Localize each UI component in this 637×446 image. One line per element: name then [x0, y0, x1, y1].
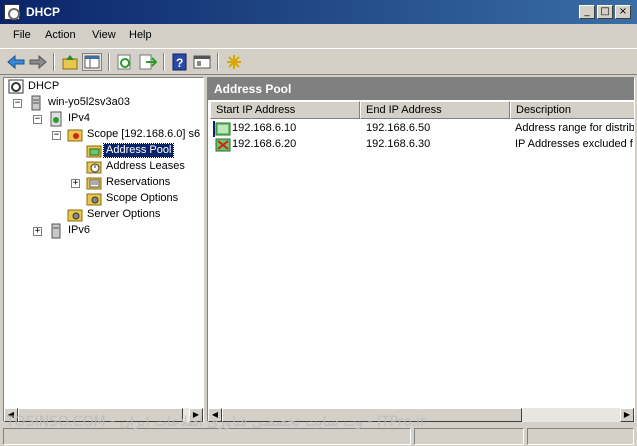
dhcp-root-icon: [8, 79, 24, 94]
ipv6-icon: [51, 223, 61, 239]
up-folder-icon[interactable]: [60, 53, 80, 71]
column-header-end-ip[interactable]: End IP Address: [360, 101, 510, 119]
menu-file[interactable]: File: [13, 29, 31, 41]
watermark-text: TOSINSO.COM - وب سایت تخصصی فناوری اطلاع…: [6, 414, 426, 430]
ip-range-icon: [215, 122, 231, 136]
table-row[interactable]: 192.168.6.20 192.168.6.30 IP Addresses e…: [208, 137, 634, 153]
cell-end-ip: 192.168.6.30: [366, 138, 431, 150]
tree-label-scope: Scope [192.168.6.0] s6: [87, 128, 201, 140]
table-row[interactable]: 192.168.6.10 192.168.6.50 Address range …: [208, 121, 635, 137]
menu-action[interactable]: Action: [45, 29, 76, 41]
title-bar: DHCP _ □ ×: [0, 0, 637, 24]
cell-start-ip: 192.168.6.10: [232, 122, 297, 134]
status-panel: [414, 428, 524, 445]
tree-label-address-pool: Address Pool: [102, 143, 175, 158]
column-header-description[interactable]: Description: [510, 101, 634, 119]
toolbar-separator: [108, 53, 110, 71]
cell-end-ip: 192.168.6.50: [366, 122, 431, 134]
tree-label-server: win-yo5l2sv3a03: [48, 96, 130, 108]
menu-bar: File Action View Help: [0, 27, 637, 45]
new-icon[interactable]: [224, 53, 244, 71]
tree-label-address-leases: Address Leases: [106, 160, 185, 172]
tree-label-ipv6: IPv6: [68, 224, 91, 236]
focus-marker: [213, 121, 215, 137]
reservations-icon: [86, 177, 102, 190]
help-icon[interactable]: ?: [170, 53, 190, 71]
collapse-icon[interactable]: −: [52, 131, 61, 140]
minimize-button[interactable]: _: [579, 5, 595, 19]
status-panel: [527, 428, 634, 445]
cell-description: IP Addresses excluded f: [515, 138, 633, 150]
status-panel: [3, 428, 411, 445]
toolbar: ?: [0, 48, 637, 75]
tree-label-dhcp: DHCP: [28, 80, 60, 92]
close-button[interactable]: ×: [615, 5, 631, 19]
tree-label-reservations: Reservations: [106, 176, 171, 188]
collapse-icon[interactable]: −: [13, 99, 22, 108]
address-pool-icon: [86, 145, 102, 158]
tree-label-scope-options: Scope Options: [106, 192, 179, 204]
show-hide-tree-icon[interactable]: [82, 53, 102, 71]
properties-icon[interactable]: [192, 53, 212, 71]
toolbar-separator: [163, 53, 165, 71]
server-options-icon: [67, 209, 83, 222]
details-header: Address Pool: [208, 78, 634, 100]
toolbar-separator: [217, 53, 219, 71]
cell-start-ip: 192.168.6.20: [232, 138, 297, 150]
tree-label-server-options: Server Options: [87, 208, 161, 220]
scroll-right-icon[interactable]: ▶: [620, 408, 634, 422]
ipv4-icon: [50, 111, 62, 127]
cell-description: Address range for distrib: [515, 122, 635, 134]
forward-icon[interactable]: [28, 53, 48, 71]
scope-options-icon: [86, 193, 102, 206]
menu-view[interactable]: View: [92, 29, 116, 41]
dhcp-app-icon: [4, 4, 20, 20]
refresh-icon[interactable]: [115, 53, 135, 71]
maximize-button[interactable]: □: [597, 5, 613, 19]
tree-label-ipv4: IPv4: [68, 112, 91, 124]
column-header-start-ip[interactable]: Start IP Address: [210, 101, 360, 119]
address-leases-icon: [86, 161, 102, 174]
export-icon[interactable]: [137, 53, 158, 71]
server-icon: [31, 95, 41, 111]
svg-text:?: ?: [176, 56, 183, 70]
window-title: DHCP: [26, 5, 61, 19]
details-pane: Address Pool Start IP Address End IP Add…: [207, 77, 635, 422]
console-tree: DHCP − win-yo5l2sv3a03 − IPv4 − Scope [1…: [3, 77, 204, 422]
menu-help[interactable]: Help: [129, 29, 152, 41]
expand-icon[interactable]: +: [33, 227, 42, 236]
collapse-icon[interactable]: −: [33, 115, 42, 124]
toolbar-separator: [53, 53, 55, 71]
exclusion-range-icon: [215, 138, 231, 152]
back-icon[interactable]: [6, 53, 26, 71]
scope-icon: [67, 129, 83, 142]
expand-icon[interactable]: +: [71, 179, 80, 188]
